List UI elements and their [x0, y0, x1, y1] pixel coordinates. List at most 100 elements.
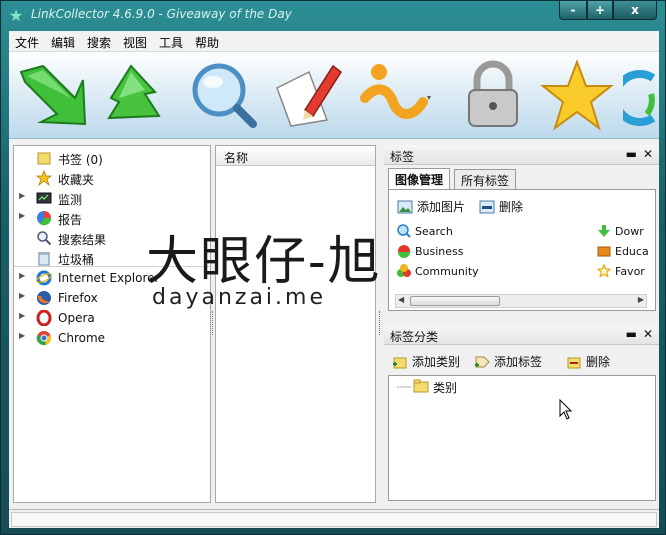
- tree-item-search-results[interactable]: 搜索结果: [14, 228, 210, 248]
- add-tag-button[interactable]: 添加标签: [474, 353, 542, 370]
- tree-divider: [14, 266, 210, 267]
- tab-image-management[interactable]: 图像管理: [388, 168, 451, 189]
- tag-community[interactable]: Community: [397, 264, 479, 278]
- ie-icon: [36, 270, 52, 286]
- scroll-left-icon[interactable]: ◀: [398, 295, 404, 304]
- link-list[interactable]: 名称: [215, 145, 376, 503]
- business-tag-icon: [398, 245, 410, 258]
- menu-file[interactable]: 文件: [15, 34, 39, 51]
- education-tag-icon: [597, 246, 611, 257]
- tree-item-monitor[interactable]: ▶ 监测: [14, 188, 210, 208]
- close-button[interactable]: x: [613, 1, 657, 20]
- category-pane-title: 标签分类: [390, 330, 439, 344]
- magnifier-icon[interactable]: [185, 58, 263, 134]
- delete-image-icon: [479, 200, 495, 214]
- tree-item-chrome[interactable]: ▶ Chrome: [14, 328, 210, 348]
- tree-item-firefox[interactable]: ▶ Firefox: [14, 288, 210, 308]
- expand-arrow-icon[interactable]: ▶: [19, 311, 25, 320]
- status-bar: [9, 509, 659, 528]
- menu-tools[interactable]: 工具: [159, 34, 183, 51]
- tree-item-bookmarks[interactable]: 书签 (0): [14, 148, 210, 168]
- pin-icon[interactable]: ▬: [626, 327, 637, 341]
- tree-item-opera[interactable]: ▶ Opera: [14, 308, 210, 328]
- tag-download[interactable]: Dowr: [597, 224, 644, 238]
- tags-tabs: 图像管理 所有标签: [388, 168, 658, 189]
- category-folder-icon: [413, 379, 429, 393]
- expand-arrow-icon[interactable]: ▶: [19, 211, 25, 220]
- tags-pane-title: 标签: [390, 150, 415, 164]
- expand-arrow-icon[interactable]: ▶: [19, 191, 25, 200]
- favorites-tag-icon: [597, 264, 611, 278]
- search-tag-icon: [397, 224, 411, 238]
- tags-tab-body: 添加图片 删除 Search Business Community Dowr E…: [388, 189, 656, 311]
- minimize-button[interactable]: -: [559, 1, 587, 20]
- green-arrow-down-icon[interactable]: [13, 58, 91, 134]
- add-tag-icon: [475, 356, 490, 368]
- menu-edit[interactable]: 编辑: [51, 34, 75, 51]
- tags-pane-header: 标签 ▬ ✕: [384, 145, 659, 165]
- bookmark-folder-icon: [37, 152, 51, 165]
- delete-category-button[interactable]: 删除: [566, 353, 610, 370]
- maximize-button[interactable]: +: [587, 1, 613, 20]
- add-category-icon: [393, 357, 407, 369]
- firefox-icon: [37, 291, 51, 305]
- tab-all-tags[interactable]: 所有标签: [454, 169, 517, 189]
- menu-search[interactable]: 搜索: [87, 34, 111, 51]
- delete-image-button[interactable]: 删除: [479, 198, 523, 215]
- tree-item-internet-explorer[interactable]: ▶ Internet Explorer: [14, 268, 210, 288]
- tag-education[interactable]: Educa: [597, 244, 649, 258]
- mouse-pointer-icon: [559, 399, 573, 420]
- column-name: 名称: [224, 151, 249, 165]
- tree-item-trash[interactable]: 垃圾桶: [14, 248, 210, 268]
- tag-favorites[interactable]: Favor: [597, 264, 645, 278]
- expand-arrow-icon[interactable]: ▶: [19, 271, 25, 280]
- delete-category-icon: [567, 357, 581, 369]
- expand-arrow-icon[interactable]: ▶: [19, 331, 25, 340]
- monitor-icon: [36, 192, 52, 204]
- app-window: ★ LinkCollector 4.6.9.0 - Giveaway of th…: [0, 0, 666, 535]
- list-column-header[interactable]: 名称: [216, 146, 375, 166]
- star-icon[interactable]: [537, 58, 615, 134]
- tag-business[interactable]: Business: [397, 244, 464, 258]
- tags-pane: 标签 ▬ ✕ 图像管理 所有标签 添加图片 删除 Search Business…: [384, 145, 659, 315]
- paper-pencil-icon[interactable]: [269, 58, 347, 134]
- right-splitter-handle[interactable]: [379, 311, 381, 335]
- tree-connector: ┄┄: [397, 380, 412, 394]
- favorites-star-icon: [36, 170, 52, 186]
- pin-icon[interactable]: ▬: [626, 147, 637, 161]
- download-tag-icon: [598, 225, 610, 237]
- menu-bar: 文件 编辑 搜索 视图 工具 帮助: [9, 31, 659, 51]
- add-image-button[interactable]: 添加图片: [397, 198, 465, 215]
- opera-icon: [36, 310, 52, 326]
- green-arrow-up-icon[interactable]: [99, 58, 177, 134]
- scroll-thumb[interactable]: [410, 296, 500, 306]
- navigation-tree: 书签 (0) 收藏夹 ▶ 监测 ▶ 报告 搜索结果 垃圾桶 ▶ Internet…: [13, 145, 211, 503]
- title-bar[interactable]: ★ LinkCollector 4.6.9.0 - Giveaway of th…: [1, 1, 665, 31]
- app-star-icon: ★: [8, 6, 24, 25]
- category-pane: 标签分类 ▬ ✕ 添加类别 添加标签 删除 ┄┄ 类别: [384, 325, 659, 505]
- left-splitter-handle[interactable]: [212, 311, 214, 335]
- category-tree[interactable]: ┄┄ 类别: [388, 375, 656, 501]
- menu-view[interactable]: 视图: [123, 34, 147, 51]
- category-root[interactable]: 类别: [433, 379, 457, 396]
- add-category-button[interactable]: 添加类别: [392, 353, 460, 370]
- tag-search[interactable]: Search: [397, 224, 453, 238]
- expand-arrow-icon[interactable]: ▶: [19, 291, 25, 300]
- menu-help[interactable]: 帮助: [195, 34, 219, 51]
- padlock-icon[interactable]: [455, 58, 533, 134]
- close-pane-icon[interactable]: ✕: [643, 147, 653, 161]
- close-pane-icon[interactable]: ✕: [643, 327, 653, 341]
- client-area: 文件 编辑 搜索 视图 工具 帮助 书签 (0) 收藏夹 ▶ 监测 ▶ 报告 搜…: [9, 31, 659, 528]
- add-image-icon: [397, 200, 413, 214]
- category-pane-header: 标签分类 ▬ ✕: [384, 325, 659, 345]
- tree-item-report[interactable]: ▶ 报告: [14, 208, 210, 228]
- scroll-right-icon[interactable]: ▶: [638, 295, 644, 304]
- wave-info-icon[interactable]: [357, 58, 435, 134]
- tags-horizontal-scrollbar[interactable]: ◀ ▶: [395, 294, 647, 308]
- community-tag-icon: [397, 264, 411, 277]
- chrome-icon: [36, 331, 52, 346]
- window-title: LinkCollector 4.6.9.0 - Giveaway of the …: [31, 7, 292, 21]
- refresh-icon[interactable]: [611, 58, 659, 134]
- trash-icon: [38, 252, 50, 266]
- tree-item-favorites[interactable]: 收藏夹: [14, 168, 210, 188]
